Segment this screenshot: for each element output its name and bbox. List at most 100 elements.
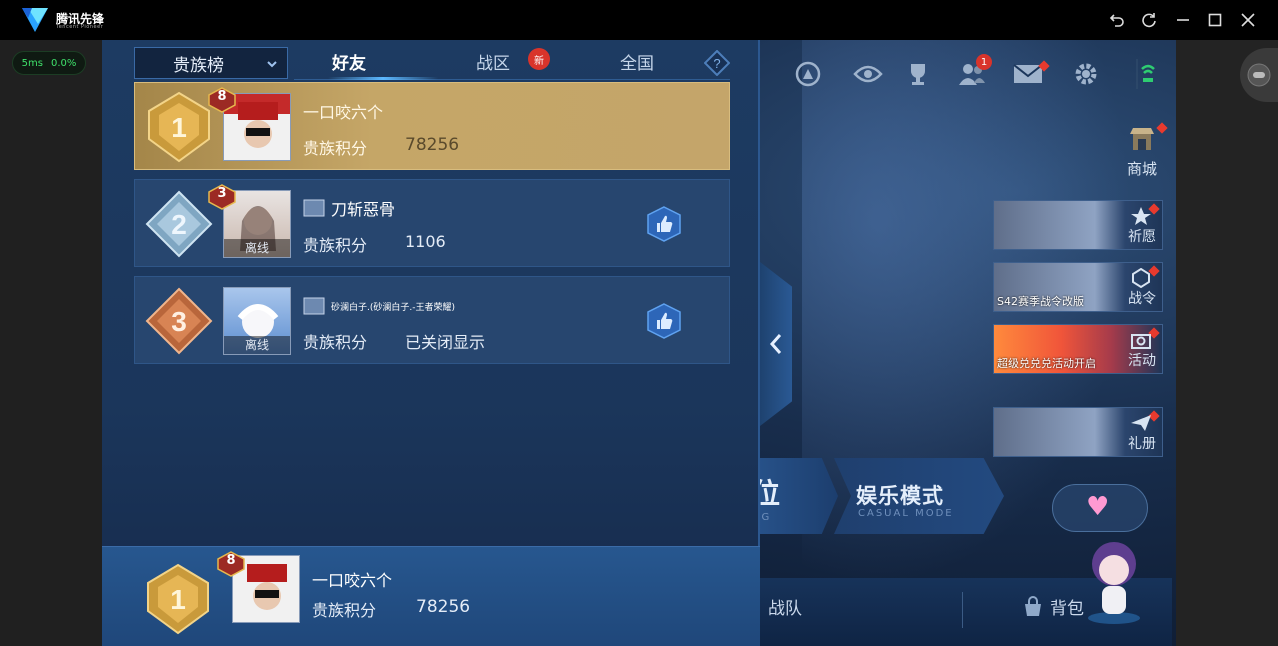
promo-label-pass: 战令 (1128, 291, 1156, 307)
help-icon[interactable]: ? (704, 50, 730, 76)
promo-label-wish: 祈愿 (1128, 229, 1156, 245)
trophy-icon (911, 64, 925, 85)
heart-icon: ♥ (1086, 492, 1110, 522)
maximize-icon (1208, 13, 1222, 27)
thumbs-up-icon[interactable] (647, 303, 681, 339)
score-value: 78256 (416, 597, 471, 617)
leaderboard-type-dropdown[interactable]: 贵族榜 (134, 47, 288, 79)
svg-text:1: 1 (171, 112, 187, 143)
compass-icon (795, 61, 821, 87)
refresh-icon (1142, 13, 1156, 28)
leaderboard-row[interactable]: 2 离线 3 刀斩惡骨 贵族积分 1106 (134, 179, 730, 267)
maximize-button[interactable] (1203, 8, 1227, 32)
star-icon (1131, 207, 1151, 225)
right-sidebar (1176, 40, 1278, 646)
offline-status: 离线 (224, 239, 290, 257)
nobility-flag-icon (303, 297, 325, 315)
leaderboard-row[interactable]: 3 离线 砂澜白子.(砂澜白子.-王者荣耀) 贵族积分 已关闭显示 (134, 276, 730, 364)
player-name: 砂澜白子.(砂澜白子.-王者荣耀) (331, 302, 455, 313)
score-label: 贵族积分 (303, 333, 368, 352)
mascot-character[interactable] (1082, 530, 1146, 626)
compass-button[interactable] (792, 58, 824, 90)
title-bar: 腾讯先锋 Tencent Pioneer (0, 0, 1278, 40)
wifi-status (1130, 58, 1162, 90)
rank-1-gold-badge: 1 (148, 91, 210, 163)
spectate-button[interactable] (852, 58, 884, 90)
shop-icon (1130, 128, 1154, 150)
promo-label-activity: 活动 (1128, 353, 1156, 369)
bag-button[interactable]: 背包 (1022, 594, 1084, 619)
thumbs-up-icon[interactable] (647, 206, 681, 242)
pass-icon (1132, 268, 1150, 288)
leaderboard-tabs: 贵族榜 好友 战区 新 全国 ? (134, 46, 730, 80)
promo-battle-pass[interactable]: S42赛季战令改版 战令 (993, 262, 1163, 312)
promo-wish[interactable]: 祈愿 (993, 200, 1163, 250)
player-name-row: 砂澜白子.(砂澜白子.-王者荣耀) (303, 297, 455, 315)
friends-button[interactable]: 1 (956, 54, 992, 90)
team-label: 战队 (768, 599, 802, 619)
tab-war-zone[interactable]: 战区 (476, 49, 510, 74)
refresh-button[interactable] (1137, 8, 1161, 32)
gamepad-icon (1247, 63, 1271, 87)
camera-icon (1131, 334, 1151, 349)
rank-2-silver-badge: 2 (145, 190, 213, 258)
friend-request-badge: 1 (976, 54, 992, 70)
new-badge: 新 (528, 48, 550, 70)
leaderboard-row-self[interactable]: 1 8 一口咬六个 贵族积分 78256 (134, 82, 730, 170)
promo-label-gift-book: 礼册 (1128, 436, 1156, 452)
player-name: 一口咬六个 (303, 103, 384, 122)
minimize-button[interactable] (1171, 8, 1195, 32)
close-button[interactable] (1236, 8, 1260, 32)
chevron-down-icon (267, 61, 277, 68)
score-label: 贵族积分 (303, 236, 368, 255)
my-rank-footer: 1 8 一口咬六个 贵族积分 78256 (102, 546, 760, 646)
eye-icon (853, 65, 883, 83)
packet-loss-value: 0.0% (50, 57, 77, 69)
minimize-icon (1177, 19, 1189, 21)
avatar[interactable]: 离线 (223, 287, 291, 355)
settings-button[interactable] (1070, 58, 1102, 90)
promo-gift-book[interactable]: 礼册 (993, 407, 1163, 457)
shop-label: 商城 (1126, 160, 1157, 178)
score-value: 78256 (405, 135, 460, 155)
chevron-left-icon (769, 334, 782, 354)
svg-text:3: 3 (171, 306, 187, 337)
rank-1-gold-badge: 1 (147, 563, 209, 635)
app-subtitle: Tencent Pioneer (56, 24, 104, 30)
leaderboard-panel: 贵族榜 好友 战区 新 全国 ? 1 8 一口咬六个 贵族积分 78256 2 (102, 40, 760, 646)
tab-national[interactable]: 全国 (620, 49, 654, 74)
promo-caption-pass: S42赛季战令改版 (997, 295, 1084, 308)
tab-friends[interactable]: 好友 (332, 49, 366, 74)
svg-text:1: 1 (170, 584, 186, 615)
svg-text:2: 2 (171, 209, 187, 240)
shop-button[interactable]: 商城 (1118, 122, 1168, 179)
bag-icon (1025, 595, 1041, 616)
rank-3-bronze-badge: 3 (145, 287, 213, 355)
team-button[interactable]: 战队 (768, 594, 802, 619)
paper-plane-icon (1131, 415, 1151, 431)
promo-caption-activity: 超级兑兑兑活动开启 (997, 357, 1096, 370)
left-sidebar (0, 40, 102, 646)
score-label: 贵族积分 (303, 139, 368, 158)
score-value: 已关闭显示 (405, 333, 486, 352)
undo-button[interactable] (1105, 8, 1129, 32)
gear-icon (1075, 63, 1097, 85)
score-label: 贵族积分 (312, 601, 377, 620)
player-name: 刀斩惡骨 (331, 200, 396, 219)
wifi-icon (1136, 59, 1155, 89)
promo-activity[interactable]: 超级兑兑兑活动开启 活动 (993, 324, 1163, 374)
casual-mode-sublabel: CASUAL MODE (858, 508, 954, 519)
ping-value: 5ms (21, 57, 43, 69)
trophy-button[interactable] (902, 58, 934, 90)
casual-mode-label: 娱乐模式 (856, 484, 944, 508)
mail-button[interactable] (1012, 58, 1050, 90)
collapse-panel-button[interactable] (760, 262, 792, 426)
svg-text:?: ? (713, 56, 720, 71)
level-value: 8 (217, 89, 227, 104)
player-name: 一口咬六个 (312, 571, 393, 590)
network-status-badge[interactable]: 5ms 0.0% (12, 51, 86, 75)
bag-label: 背包 (1050, 599, 1084, 619)
score-value: 1106 (405, 232, 446, 251)
level-value: 3 (217, 186, 227, 201)
level-value: 8 (226, 553, 236, 568)
